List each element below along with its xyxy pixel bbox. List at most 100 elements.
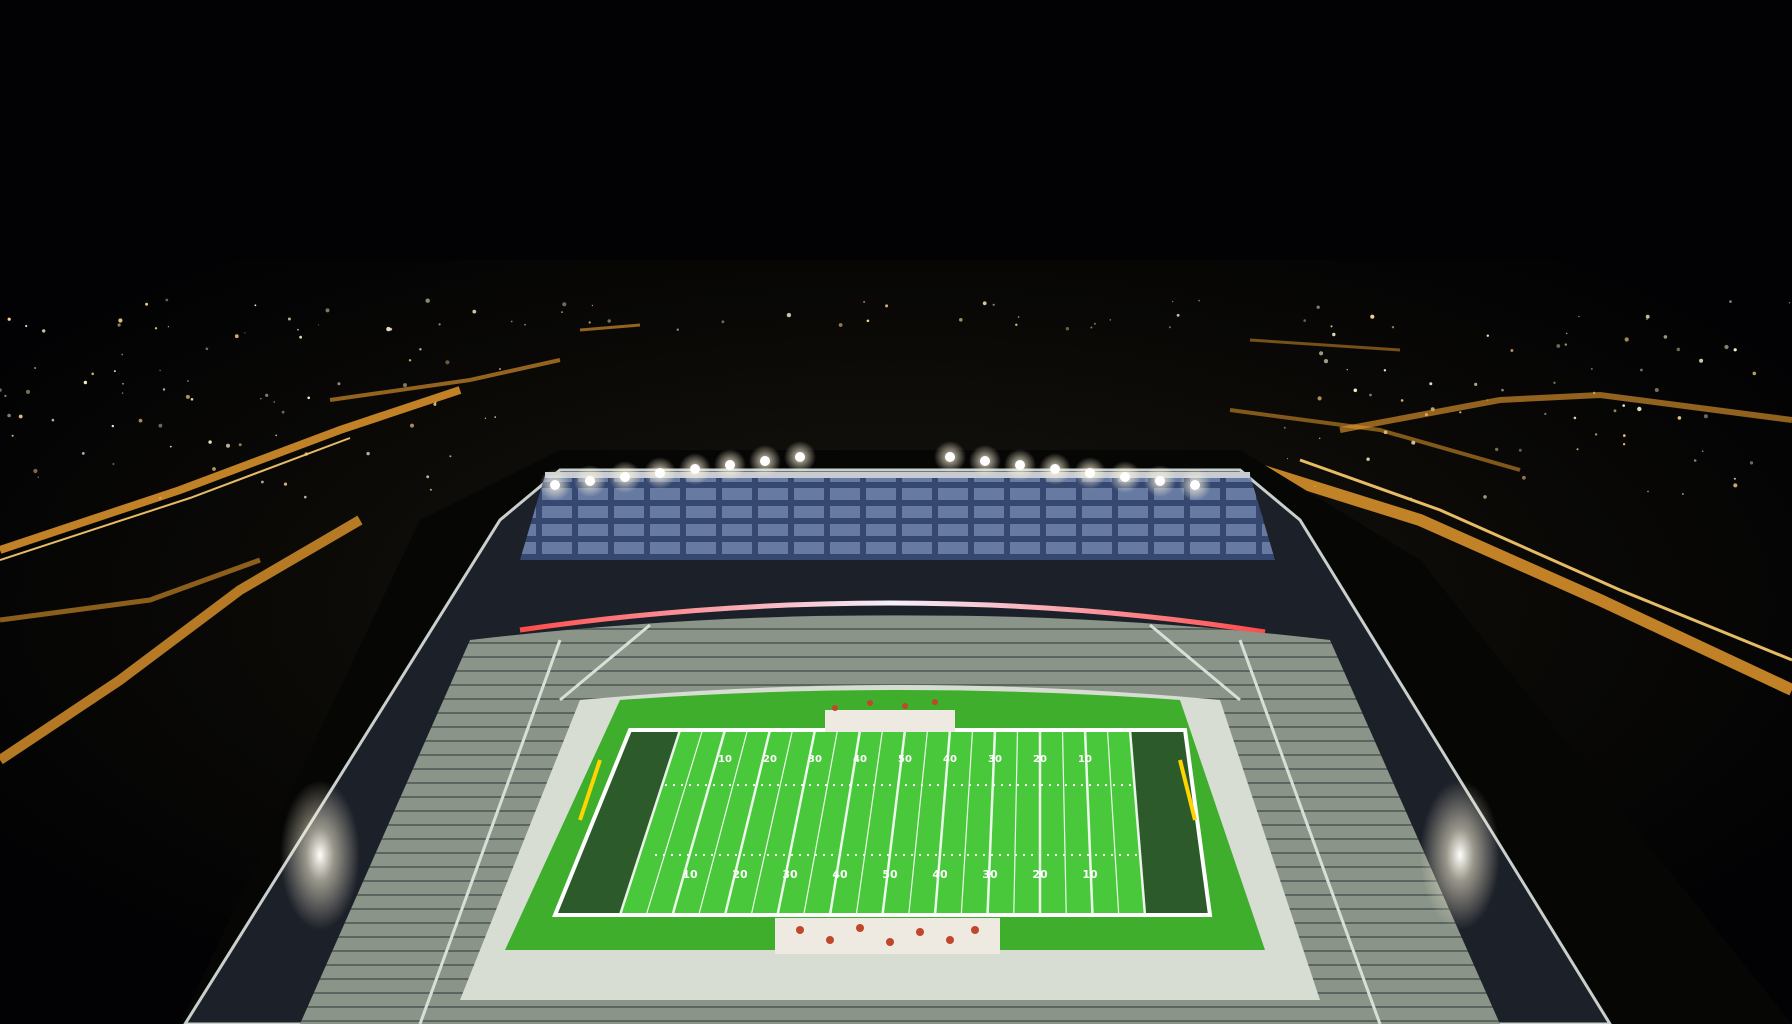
city-light (1286, 458, 1289, 460)
city-light (317, 324, 320, 326)
floodlight-lamp (550, 480, 560, 490)
city-light (425, 298, 430, 303)
yard-number: 10 (1082, 868, 1098, 881)
city-light (959, 318, 963, 322)
city-light (1622, 404, 1625, 407)
city-light (18, 414, 23, 419)
yard-number: 40 (932, 868, 948, 881)
city-light (863, 301, 865, 303)
city-light (1323, 359, 1329, 364)
city-light (154, 327, 158, 330)
city-light (275, 434, 278, 437)
city-light (165, 298, 169, 302)
city-light (25, 324, 28, 328)
city-light (190, 398, 194, 401)
yard-numbers-bottom: 10 20 30 40 50 40 30 20 10 (682, 868, 1098, 881)
city-light (1701, 450, 1704, 453)
city-light (1788, 302, 1791, 304)
city-light (208, 440, 212, 444)
city-light (1109, 319, 1112, 321)
floodlight-lamp (1155, 476, 1165, 486)
floodlight-lamp (620, 472, 630, 482)
yard-number: 30 (982, 868, 998, 881)
city-light (1677, 416, 1682, 420)
city-light (1733, 483, 1738, 488)
city-light (408, 359, 412, 362)
city-light (484, 417, 486, 419)
city-light (4, 394, 7, 398)
city-light (1556, 344, 1561, 348)
city-light (186, 380, 189, 382)
floodlight-lamp (1085, 468, 1095, 478)
city-light (113, 370, 116, 373)
city-light (169, 445, 172, 448)
yard-number: 20 (732, 868, 748, 881)
city-light (472, 309, 477, 314)
city-light (1303, 319, 1306, 322)
city-light (1518, 448, 1522, 452)
yard-number: 30 (782, 868, 798, 881)
city-light (1370, 314, 1375, 319)
floodlight-lamp (980, 456, 990, 466)
city-light (273, 401, 275, 403)
yard-number: 20 (1033, 754, 1047, 765)
yard-number: 50 (898, 754, 912, 765)
city-light (158, 423, 163, 428)
city-light (438, 323, 441, 326)
city-light (1346, 369, 1348, 371)
city-light (1176, 313, 1180, 317)
city-light (1459, 411, 1462, 414)
yard-number: 30 (988, 754, 1002, 765)
city-light (389, 327, 393, 331)
city-light (212, 467, 216, 471)
city-light (1729, 300, 1732, 303)
city-light (261, 480, 264, 484)
city-light (121, 392, 124, 394)
city-light (419, 348, 422, 351)
city-light (433, 402, 437, 406)
city-light (91, 372, 94, 376)
city-light (1733, 348, 1737, 352)
city-light (121, 353, 124, 356)
city-light (1676, 347, 1681, 352)
city-light (1724, 344, 1729, 350)
city-light (1317, 396, 1322, 401)
floodlight-lamp (725, 460, 735, 470)
city-light (226, 443, 230, 448)
city-light (1703, 414, 1708, 419)
floodlight-lamp (1190, 480, 1200, 490)
city-light (607, 319, 611, 323)
city-light (1330, 325, 1333, 328)
city-light (234, 334, 239, 339)
city-light (37, 476, 39, 478)
city-light (1646, 318, 1648, 321)
city-light (1172, 300, 1174, 303)
city-light (494, 416, 497, 418)
city-light (299, 335, 302, 339)
floodlight-lamp (655, 468, 665, 478)
floodlight-lamp (690, 464, 700, 474)
city-light (1391, 326, 1395, 329)
city-light (185, 394, 190, 399)
city-light (244, 332, 246, 334)
city-light (167, 326, 169, 328)
city-light (1564, 343, 1568, 346)
city-light (721, 320, 725, 324)
yard-numbers-top: 10 20 30 40 50 40 30 20 10 (718, 754, 1092, 765)
city-light (159, 369, 161, 372)
city-light (1429, 382, 1433, 386)
city-light (1733, 477, 1736, 480)
city-light (1400, 399, 1404, 402)
city-light (1553, 381, 1556, 384)
yard-number: 20 (763, 754, 777, 765)
city-light (510, 320, 513, 323)
city-light (138, 418, 143, 423)
city-light (1682, 493, 1684, 495)
floodlight-lamp (1050, 464, 1060, 474)
city-light (1283, 426, 1286, 429)
floodlight-bank-left (280, 780, 360, 930)
team-area-top (825, 710, 955, 732)
city-light (366, 451, 370, 456)
city-light (1065, 327, 1070, 331)
city-light (1383, 369, 1387, 372)
